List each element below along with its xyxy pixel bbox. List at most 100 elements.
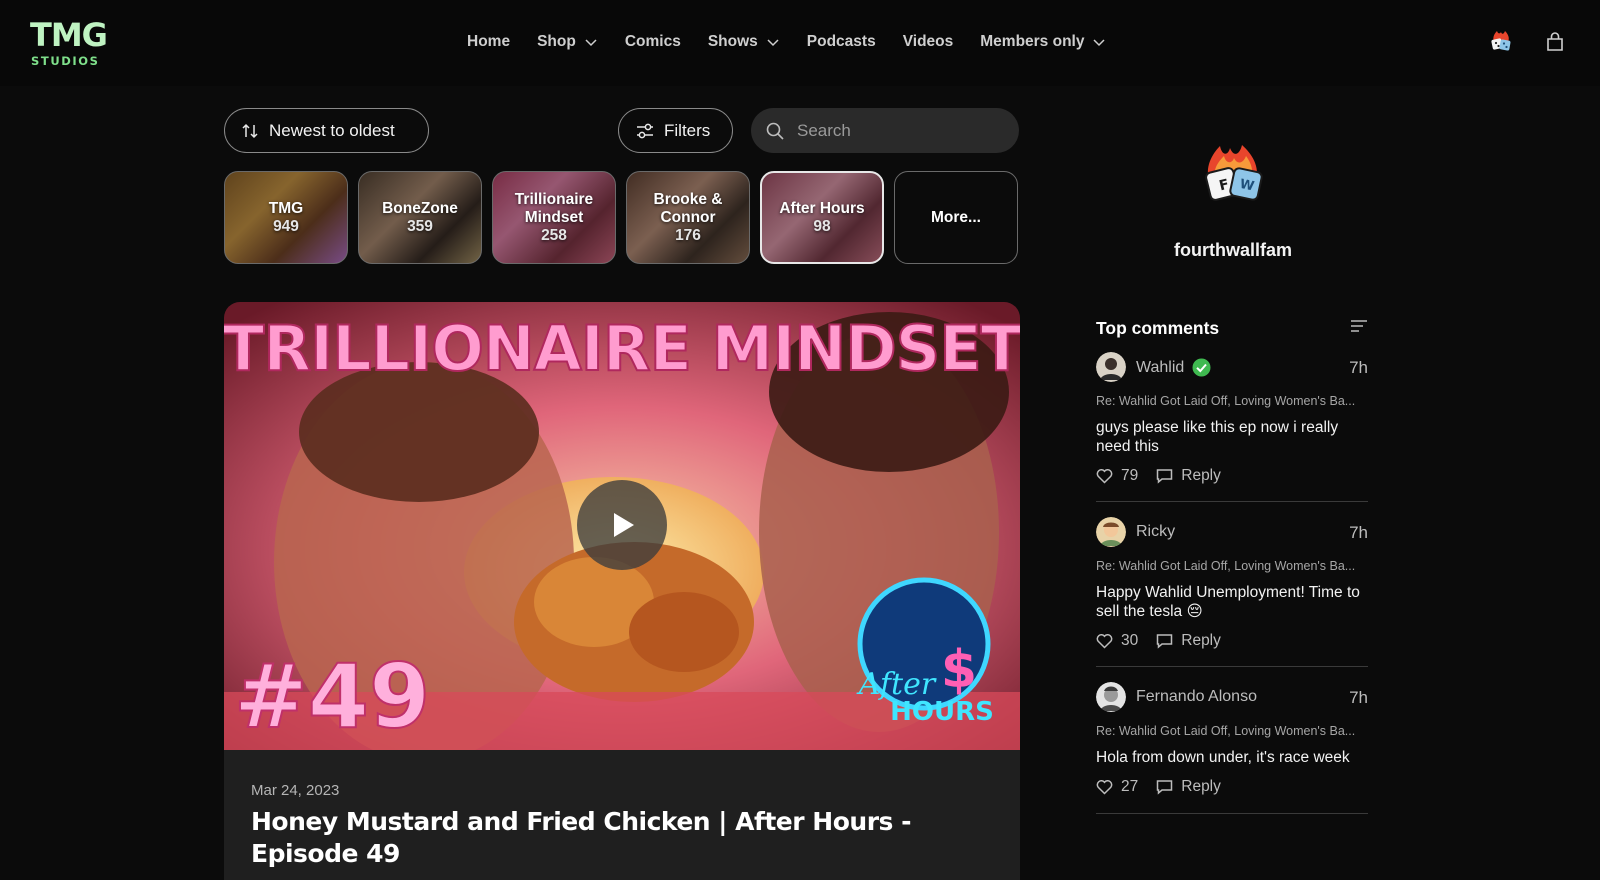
show-chip-after-hours[interactable]: After Hours 98 [760, 171, 884, 264]
sort-lines-icon[interactable] [1350, 318, 1368, 334]
reply-button[interactable]: Reply [1156, 632, 1221, 650]
thumbnail-badge-symbol: $ [941, 640, 977, 700]
play-icon [614, 513, 634, 537]
commenter-name[interactable]: Wahlid [1136, 359, 1184, 377]
nav-members-only-label: Members only [980, 33, 1085, 50]
search-box [751, 108, 1019, 153]
show-chip-trillionaire-mindset[interactable]: Trillionaire Mindset 258 [492, 171, 616, 264]
chat-bubble-icon [1157, 634, 1173, 649]
nav-shop[interactable]: Shop [537, 33, 598, 51]
commenter-name-row: Wahlid [1136, 358, 1211, 377]
chevron-down-icon [1093, 39, 1106, 47]
comment-text: guys please like this ep now i really ne… [1096, 419, 1339, 455]
profile-dice-logo-icon[interactable]: F W [1200, 142, 1266, 208]
comment-item: Fernando Alonso 7h Re: Wahlid Got Laid O… [1096, 682, 1368, 847]
reply-label: Reply [1181, 632, 1221, 649]
chevron-down-icon [585, 39, 597, 47]
nav-videos-label: Videos [902, 33, 954, 50]
comment-divider [1096, 501, 1368, 502]
sort-arrows-icon [242, 123, 258, 138]
comment-time: 7h [1349, 688, 1368, 707]
svg-text:W: W [1238, 177, 1255, 195]
reply-button[interactable]: Reply [1156, 778, 1221, 796]
show-chip-bonezone[interactable]: BoneZone 359 [358, 171, 482, 264]
sliders-icon [637, 123, 653, 138]
logo-primary-text: TMG [30, 16, 108, 54]
filters-label: Filters [664, 120, 711, 140]
like-button[interactable]: 79 [1096, 467, 1138, 485]
commenter-name-row: Ricky [1136, 523, 1175, 541]
nav-members-only[interactable]: Members only [980, 33, 1106, 51]
show-chip-more[interactable]: More... [894, 171, 1018, 264]
comment-time: 7h [1349, 358, 1368, 377]
comment-text: Happy Wahlid Unemployment! Time to sell … [1096, 584, 1360, 620]
comment-time: 7h [1349, 523, 1368, 542]
top-comments-heading: Top comments [1096, 318, 1220, 338]
chevron-down-icon [767, 39, 779, 47]
chat-bubble-icon [1157, 780, 1173, 795]
comment-item: Wahlid 7h Re: Wahlid Got Laid Off, Lovin… [1096, 352, 1368, 517]
thumbnail-episode-number: #49 [234, 645, 430, 748]
reply-label: Reply [1181, 778, 1221, 795]
verified-check-icon [1192, 358, 1211, 377]
commenter-avatar[interactable] [1096, 352, 1126, 382]
commenter-avatar[interactable] [1096, 682, 1126, 712]
show-chip-more-label: More... [931, 208, 981, 226]
comment-text: Hola from down under, it's race week [1096, 749, 1350, 766]
video-title[interactable]: Honey Mustard and Fried Chicken | After … [251, 806, 996, 870]
video-date: Mar 24, 2023 [251, 782, 340, 799]
like-button[interactable]: 27 [1096, 778, 1138, 796]
show-chip-count: 176 [675, 226, 701, 244]
site-header: TMG STUDIOS Home Shop Comics Shows Podca… [0, 0, 1600, 86]
commenter-name[interactable]: Ricky [1136, 523, 1175, 541]
logo-secondary-text: STUDIOS [31, 54, 100, 68]
show-chip-brooke-and-connor[interactable]: Brooke & Connor 176 [626, 171, 750, 264]
thumbnail-badge-hours: HOURS [890, 697, 994, 727]
show-chip-tmg[interactable]: TMG 949 [224, 171, 348, 264]
nav-shows[interactable]: Shows [708, 33, 780, 51]
show-chip-name: BoneZone [382, 199, 458, 217]
comment-actions: 79 Reply [1096, 467, 1221, 485]
comment-reply-context[interactable]: Re: Wahlid Got Laid Off, Loving Women's … [1096, 724, 1368, 738]
commenter-avatar[interactable] [1096, 517, 1126, 547]
show-chip-name: Brooke & Connor [653, 190, 723, 226]
commenter-name[interactable]: Fernando Alonso [1136, 688, 1257, 706]
show-chip-count: 258 [541, 226, 567, 244]
comment-item: Ricky 7h Re: Wahlid Got Laid Off, Loving… [1096, 517, 1368, 682]
nav-shop-label: Shop [537, 33, 576, 50]
nav-videos[interactable]: Videos [903, 33, 954, 51]
like-count: 27 [1121, 778, 1139, 795]
like-count: 30 [1121, 632, 1139, 649]
featured-video-thumbnail[interactable]: TRILLIONAIRE MINDSET #49 $ After HOURS [224, 302, 1020, 750]
like-button[interactable]: 30 [1096, 632, 1138, 650]
comment-reply-context[interactable]: Re: Wahlid Got Laid Off, Loving Women's … [1096, 394, 1368, 408]
show-chip-count: 949 [273, 217, 299, 235]
chat-bubble-icon [1157, 469, 1173, 484]
reply-label: Reply [1181, 467, 1221, 484]
shopping-bag-icon[interactable] [1544, 31, 1566, 53]
commenter-name-row: Fernando Alonso [1136, 688, 1257, 706]
play-button[interactable] [577, 480, 667, 570]
sort-order-button[interactable]: Newest to oldest [224, 108, 429, 153]
show-chip-count: 359 [407, 217, 433, 235]
comment-actions: 27 Reply [1096, 778, 1221, 796]
reply-button[interactable]: Reply [1156, 467, 1221, 485]
comment-divider [1096, 813, 1368, 814]
thumbnail-title-text: TRILLIONAIRE MINDSET [224, 312, 1020, 385]
tmg-studios-logo[interactable]: TMG STUDIOS [30, 18, 112, 70]
nav-podcasts[interactable]: Podcasts [807, 33, 876, 51]
comment-actions: 30 Reply [1096, 632, 1221, 650]
user-avatar-dice-icon[interactable] [1488, 29, 1514, 55]
sort-order-label: Newest to oldest [269, 120, 395, 140]
show-filter-chips: TMG 949 BoneZone 359 Trillionaire Mindse… [224, 171, 1020, 264]
filters-button[interactable]: Filters [618, 108, 733, 153]
heart-icon [1096, 780, 1113, 795]
nav-home-label: Home [467, 33, 511, 50]
nav-comics[interactable]: Comics [625, 33, 681, 51]
search-input[interactable] [797, 120, 997, 141]
nav-home[interactable]: Home [467, 33, 510, 51]
featured-video-info: Mar 24, 2023 Honey Mustard and Fried Chi… [224, 750, 1020, 880]
profile-name[interactable]: fourthwallfam [1120, 240, 1346, 261]
show-chip-count: 98 [813, 217, 831, 235]
comment-reply-context[interactable]: Re: Wahlid Got Laid Off, Loving Women's … [1096, 559, 1368, 573]
